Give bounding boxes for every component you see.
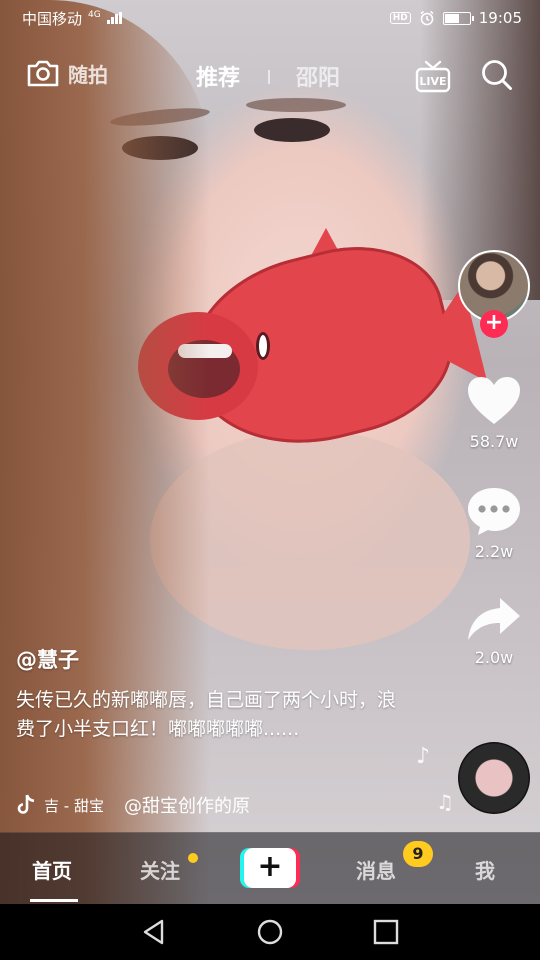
author-avatar-button[interactable]: + [458,250,530,338]
alarm-icon [420,10,434,26]
home-icon[interactable] [256,918,284,946]
tiktok-note-icon [17,794,35,814]
network-type: 4G [88,9,101,20]
music-title: 吉 - 甜宝 [44,796,104,815]
comment-button[interactable]: 2.2w [458,486,530,561]
active-tab-indicator [30,899,78,902]
music-note-icon: ♪ [416,744,431,769]
battery-icon [442,11,474,25]
tab-recommend[interactable]: 推荐 [196,60,240,92]
comment-count: 2.2w [474,542,514,561]
live-button[interactable]: LIVE [415,60,451,98]
action-rail: + 58.7w 2.2w 2.0w [458,250,530,667]
create-plus-icon: + [244,848,296,888]
hd-icon: HD [389,12,411,24]
top-nav: 随拍 推荐 邵阳 LIVE [0,52,540,98]
follow-button[interactable]: + [480,310,508,338]
video-hair-left [0,0,210,904]
camera-icon [27,60,59,87]
status-bar: 中国移动 4G HD 19:05 [0,0,540,36]
share-button[interactable]: 2.0w [458,596,530,667]
tab-local-city[interactable]: 邵阳 [296,60,340,92]
search-icon [482,60,512,90]
share-count: 2.0w [474,648,514,667]
tv-live-icon: LIVE [415,60,451,93]
recents-icon[interactable] [372,918,400,946]
music-info[interactable]: 吉 - 甜宝 @甜宝创作的原 [16,792,250,818]
music-source: @甜宝创作的原 [123,796,250,817]
like-button[interactable]: 58.7w [458,376,530,451]
search-button[interactable] [480,58,514,96]
music-disc-button[interactable] [458,742,530,814]
camera-label: 随拍 [68,62,108,87]
back-icon[interactable] [140,918,168,946]
tab-home[interactable]: 首页 [32,855,72,884]
comment-icon [468,488,520,535]
system-nav-bar [0,904,540,960]
carrier-name: 中国移动 [22,9,83,28]
post-caption: @慧子 失传已久的新嘟嘟唇，自己画了两个小时，浪费了小半支口红！嘟嘟嘟嘟嘟...… [16,644,396,744]
author-name[interactable]: @慧子 [16,644,396,674]
tab-divider [268,70,270,84]
share-arrow-icon [468,598,520,640]
messages-badge: 9 [403,841,433,867]
live-label: LIVE [419,75,446,88]
video-eye-right [254,118,330,142]
carrier-info: 中国移动 4G [22,8,390,29]
camera-button[interactable]: 随拍 [26,58,108,88]
video-brow-right [246,98,346,112]
bottom-tab-bar: 首页 关注 + 消息 9 我 [0,832,540,904]
video-fish-eye [256,332,270,360]
like-count: 58.7w [469,432,519,451]
tab-messages[interactable]: 消息 [356,855,396,884]
heart-icon [468,377,520,424]
create-button[interactable]: + [240,848,300,888]
post-description: 失传已久的新嘟嘟唇，自己画了两个小时，浪费了小半支口红！嘟嘟嘟嘟嘟...... [16,689,397,740]
signal-icon [106,12,122,24]
clock: 19:05 [478,9,522,27]
following-update-dot [188,853,198,863]
music-note-icon: ♫ [436,790,454,814]
tab-me[interactable]: 我 [475,855,495,884]
tab-following[interactable]: 关注 [140,855,180,884]
